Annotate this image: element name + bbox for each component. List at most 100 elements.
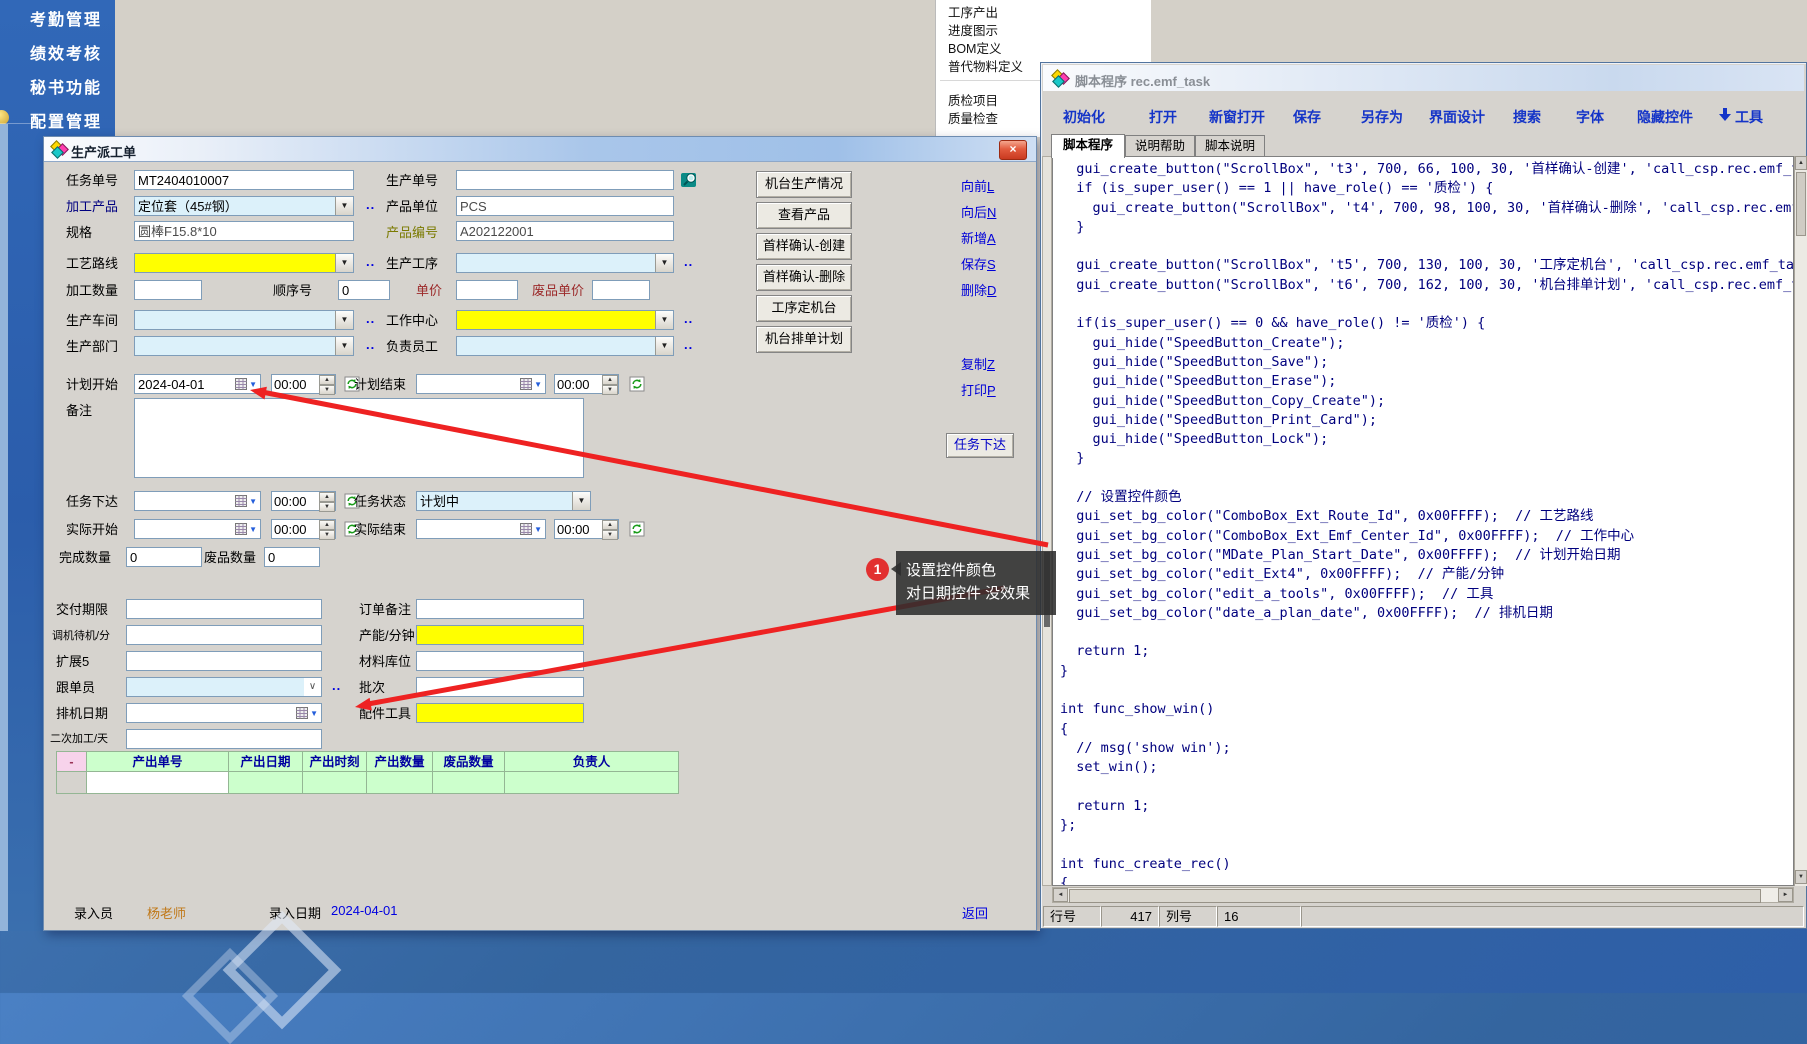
task-issue-time[interactable]: 00:00▲▼ [271, 491, 336, 511]
scrap-qty-input[interactable]: 0 [264, 547, 320, 567]
menu-item-quality-check[interactable]: 质量检查 [948, 108, 998, 127]
workshop-combo[interactable]: ▼ [134, 310, 354, 330]
batch-input[interactable] [416, 677, 584, 697]
process-ellipsis-link[interactable]: .. [684, 254, 693, 269]
search-button[interactable]: 搜索 [1513, 107, 1541, 127]
scrollbar-thumb[interactable] [1069, 889, 1761, 903]
tools-input[interactable] [416, 703, 584, 723]
prev-link[interactable]: 向前L [961, 176, 994, 195]
workshop-ellipsis-link[interactable]: .. [366, 311, 375, 326]
add-link[interactable]: 新增A [961, 228, 996, 247]
remark-textarea[interactable] [134, 398, 584, 478]
setup-min-input[interactable] [126, 625, 322, 645]
scrollbar-thumb[interactable] [1796, 172, 1806, 236]
first-sample-delete-button[interactable]: 首样确认-删除 [756, 264, 852, 291]
spinner-icon[interactable]: ▲▼ [602, 520, 618, 538]
staff-combo[interactable]: ▼ [456, 336, 674, 356]
copy-link[interactable]: 复制Z [961, 354, 995, 373]
table-header-owner[interactable]: 负责人 [505, 751, 679, 772]
horizontal-scrollbar[interactable]: ◄ ► [1052, 887, 1794, 903]
scroll-left-icon[interactable]: ◄ [1053, 888, 1068, 902]
init-button[interactable]: 初始化 [1063, 107, 1105, 127]
scroll-down-icon[interactable]: ▼ [1795, 870, 1807, 884]
product-combo[interactable]: 定位套（45#钢）▼ [134, 196, 354, 216]
spinner-icon[interactable]: ▲▼ [319, 492, 335, 510]
sidebar-item-secretary[interactable]: 秘书功能 [30, 74, 102, 98]
menu-item-qc-items[interactable]: 质检项目 [948, 90, 998, 109]
prod-no-input[interactable] [456, 170, 674, 190]
search-icon[interactable] [680, 170, 700, 190]
refresh-icon[interactable] [629, 521, 645, 537]
calendar-icon[interactable]: ▼ [517, 520, 545, 538]
actual-end-date[interactable]: ▼ [416, 519, 546, 539]
table-cell[interactable] [229, 772, 303, 794]
issue-task-button[interactable]: 任务下达 [946, 433, 1014, 458]
calendar-icon[interactable]: ▼ [232, 492, 260, 510]
capacity-input[interactable] [416, 625, 584, 645]
staff-ellipsis-link[interactable]: .. [684, 337, 693, 352]
calendar-icon[interactable]: ▼ [232, 520, 260, 538]
done-qty-input[interactable]: 0 [126, 547, 202, 567]
machine-status-button[interactable]: 机台生产情况 [756, 171, 852, 198]
route-combo[interactable]: ▼ [134, 253, 354, 273]
hide-controls-button[interactable]: 隐藏控件 [1637, 107, 1693, 127]
plan-start-date[interactable]: 2024-04-01 ▼ [134, 374, 261, 394]
machine-schedule-button[interactable]: 机台排单计划 [756, 326, 852, 353]
follower-combo[interactable]: ∨ [126, 677, 322, 697]
price-input[interactable] [456, 280, 518, 300]
follower-ellipsis-link[interactable]: .. [332, 678, 341, 693]
work-center-combo[interactable]: ▼ [456, 310, 674, 330]
sidebar-item-config[interactable]: 配置管理 [30, 108, 102, 132]
ui-design-button[interactable]: 界面设计 [1429, 107, 1485, 127]
task-issue-date[interactable]: ▼ [134, 491, 261, 511]
tab-script-doc[interactable]: 脚本说明 [1195, 135, 1265, 157]
spec-input[interactable]: 圆棒F15.8*10 [134, 221, 354, 241]
delete-link[interactable]: 删除D [961, 280, 996, 299]
table-header-output-date[interactable]: 产出日期 [229, 751, 303, 772]
spinner-icon[interactable]: ▲▼ [602, 375, 618, 393]
close-icon[interactable]: × [999, 140, 1027, 160]
calendar-icon[interactable]: ▼ [232, 375, 260, 393]
prod-code-input[interactable]: A202122001 [456, 221, 674, 241]
seq-input[interactable]: 0 [338, 280, 390, 300]
menu-item-bom[interactable]: BOM定义 [948, 38, 1001, 57]
qty-input[interactable] [134, 280, 202, 300]
table-header-output-time[interactable]: 产出时刻 [303, 751, 367, 772]
first-sample-create-button[interactable]: 首样确认-创建 [756, 233, 852, 260]
material-loc-input[interactable] [416, 651, 584, 671]
menu-item-substitute-material[interactable]: 普代物料定义 [948, 56, 1023, 75]
menu-item-progress-chart[interactable]: 进度图示 [948, 20, 998, 39]
font-button[interactable]: 字体 [1576, 107, 1604, 127]
sidebar-item-performance[interactable]: 绩效考核 [30, 40, 102, 64]
save-button[interactable]: 保存 [1293, 107, 1321, 127]
calendar-icon[interactable]: ▼ [293, 704, 321, 722]
actual-start-date[interactable]: ▼ [134, 519, 261, 539]
save-as-button[interactable]: 另存为 [1361, 107, 1403, 127]
schedule-date-input[interactable]: ▼ [126, 703, 322, 723]
back-link[interactable]: 返回 [962, 903, 988, 922]
task-status-combo[interactable]: 计划中▼ [416, 491, 591, 511]
refresh-icon[interactable] [629, 376, 645, 392]
menu-item-process-output[interactable]: 工序产出 [948, 2, 998, 21]
scroll-up-icon[interactable]: ▲ [1795, 156, 1807, 170]
product-ellipsis-link[interactable]: .. [366, 197, 375, 212]
table-cell[interactable] [433, 772, 505, 794]
print-link[interactable]: 打印P [961, 380, 996, 399]
open-new-window-button[interactable]: 新窗打开 [1209, 107, 1265, 127]
work-center-ellipsis-link[interactable]: .. [684, 311, 693, 326]
unit-input[interactable]: PCS [456, 196, 674, 216]
table-cell[interactable] [87, 772, 229, 794]
view-product-button[interactable]: 查看产品 [756, 202, 852, 229]
left-scrollbar[interactable] [1042, 156, 1052, 886]
plan-end-time[interactable]: 00:00▲▼ [554, 374, 619, 394]
next-link[interactable]: 向后N [961, 202, 996, 221]
tab-script[interactable]: 脚本程序 [1051, 134, 1125, 158]
route-ellipsis-link[interactable]: .. [366, 254, 375, 269]
tab-help[interactable]: 说明帮助 [1125, 135, 1195, 157]
plan-start-time[interactable]: 00:00▲▼ [271, 374, 336, 394]
tools-button[interactable]: 工具 [1735, 107, 1763, 127]
plan-end-date[interactable]: ▼ [416, 374, 546, 394]
dept-ellipsis-link[interactable]: .. [366, 337, 375, 352]
task-no-input[interactable]: MT2404010007 [134, 170, 354, 190]
editor-title-bar[interactable]: 脚本程序 rec.emf_task [1043, 65, 1804, 91]
